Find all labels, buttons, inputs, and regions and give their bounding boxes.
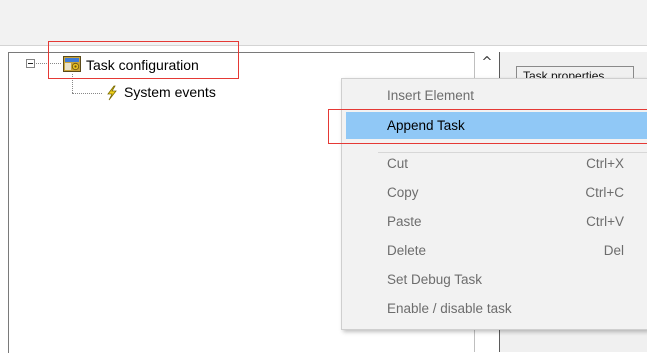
menu-item-label: Copy <box>387 185 419 200</box>
menu-item-shortcut: Ctrl+X <box>586 156 624 171</box>
menu-item-label: Paste <box>387 214 422 229</box>
menu-item-delete[interactable]: Delete Del <box>346 239 647 262</box>
menu-item-cut[interactable]: Cut Ctrl+X <box>346 152 647 175</box>
menu-item-label: Set Debug Task <box>387 272 483 287</box>
menu-item-enable-disable-task[interactable]: Enable / disable task <box>346 297 647 320</box>
menu-item-paste[interactable]: Paste Ctrl+V <box>346 210 647 233</box>
menu-item-label: Cut <box>387 156 409 171</box>
top-toolbar <box>0 0 647 46</box>
menu-item-shortcut: Del <box>603 243 624 258</box>
tree-node-label: System events <box>124 84 216 100</box>
menu-item-label: Enable / disable task <box>387 301 512 316</box>
menu-item-shortcut: Ctrl+V <box>586 214 624 229</box>
menu-item-set-debug-task[interactable]: Set Debug Task <box>346 268 647 291</box>
scroll-up-arrow-icon[interactable]: ^ <box>475 52 499 72</box>
annotation-highlight-box <box>48 41 239 79</box>
lightning-icon <box>107 85 117 101</box>
menu-item-label: Delete <box>387 243 427 258</box>
annotation-highlight-box <box>328 109 647 144</box>
menu-item-label: Insert Element <box>387 88 475 103</box>
menu-item-insert-element[interactable]: Insert Element <box>346 84 647 107</box>
tree-connector <box>72 93 102 94</box>
menu-item-copy[interactable]: Copy Ctrl+C <box>346 181 647 204</box>
menu-item-shortcut: Ctrl+C <box>585 185 624 200</box>
collapse-minus-icon[interactable] <box>26 59 35 68</box>
